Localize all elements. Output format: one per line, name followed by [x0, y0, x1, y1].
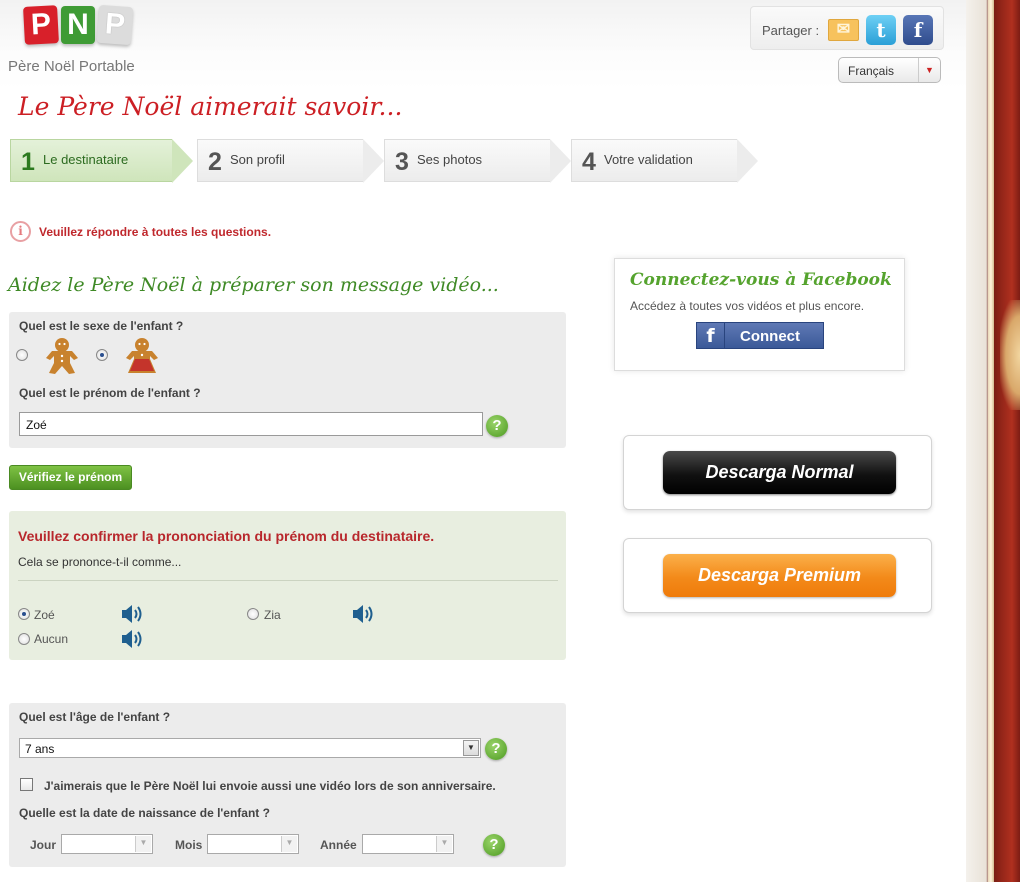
facebook-connect-button[interactable]: f Connect: [696, 322, 824, 349]
age-panel: Quel est l'âge de l'enfant ? 7 ans ▼ ? J…: [9, 703, 566, 867]
facebook-icon: f: [697, 323, 725, 348]
birthday-video-checkbox[interactable]: [20, 778, 33, 791]
year-select[interactable]: ▼: [362, 834, 454, 854]
pnp-logo[interactable]: P N P Père Noël Portable: [8, 4, 168, 80]
facebook-connect-box: Connectez-vous à Facebook Accédez à tout…: [614, 258, 905, 371]
warning-text: Veuillez répondre à toutes les questions…: [39, 225, 272, 239]
month-label: Mois: [175, 838, 203, 852]
chevron-down-icon: ▼: [135, 836, 151, 852]
page-title: Le Père Noël aimerait savoir...: [18, 92, 403, 121]
twitter-icon[interactable]: t: [866, 15, 896, 45]
verify-name-button[interactable]: Vérifiez le prénom: [9, 465, 132, 490]
step-profile[interactable]: 2 Son profil: [197, 139, 384, 183]
logo-tile-p2: P: [96, 4, 134, 46]
pronunciation-subheading: Cela se prononce-t-il comme...: [18, 555, 182, 569]
download-premium-box: Descarga Premium: [623, 538, 932, 613]
dob-help-icon[interactable]: ?: [483, 834, 505, 856]
pronunciation-option-label: Zia: [264, 608, 281, 622]
logo-tagline: Père Noël Portable: [8, 58, 135, 75]
step-label: Son profil: [230, 152, 285, 167]
dob-question: Quelle est la date de naissance de l'enf…: [19, 806, 270, 820]
step-label: Ses photos: [417, 152, 483, 167]
facebook-connect-label: Connect: [740, 328, 800, 345]
step-number: 2: [208, 148, 222, 176]
divider: [18, 580, 558, 581]
pronunciation-option-zoe-radio[interactable]: [18, 608, 30, 620]
step-recipient[interactable]: 1 Le destinataire: [10, 139, 193, 183]
age-select[interactable]: 7 ans ▼: [19, 738, 481, 758]
logo-tile-n: N: [61, 6, 95, 44]
step-number: 1: [21, 148, 35, 176]
decorative-rope: [988, 0, 994, 882]
gender-girl-radio[interactable]: [96, 349, 108, 361]
day-select[interactable]: ▼: [61, 834, 153, 854]
language-selected-value: Français: [848, 64, 895, 78]
share-label: Partager :: [762, 23, 820, 38]
pronunciation-panel: Veuillez confirmer la prononciation du p…: [9, 511, 566, 660]
day-label: Jour: [30, 838, 57, 852]
gender-question: Quel est le sexe de l'enfant ?: [19, 319, 184, 333]
main-content: P N P Père Noël Portable Partager : ✉ t …: [0, 0, 966, 882]
chevron-down-icon: ▼: [463, 740, 479, 756]
step-label: Votre validation: [604, 152, 693, 167]
step-number: 4: [582, 148, 596, 176]
name-question: Quel est le prénom de l'enfant ?: [19, 386, 201, 400]
download-normal-box: Descarga Normal: [623, 435, 932, 510]
decorative-ornament: [1000, 300, 1020, 410]
boy-gingerbread-icon[interactable]: [45, 337, 79, 375]
decorative-background-edge: [966, 0, 1020, 882]
share-box: Partager : ✉ t f: [750, 6, 944, 50]
pronunciation-option-label: Aucun: [34, 632, 69, 646]
child-name-input[interactable]: Zoé: [19, 412, 483, 436]
facebook-icon[interactable]: f: [903, 15, 933, 45]
step-number: 3: [395, 148, 409, 176]
pronunciation-heading: Veuillez confirmer la prononciation du p…: [18, 528, 435, 544]
birthday-video-label: J'aimerais que le Père Noël lui envoie a…: [44, 779, 496, 793]
info-icon: i: [10, 221, 31, 242]
wizard-steps: 1 Le destinataire 2 Son profil 3 Ses pho…: [10, 139, 770, 183]
pronunciation-option-zia-radio[interactable]: [247, 608, 259, 620]
name-help-icon[interactable]: ?: [486, 415, 508, 437]
age-question: Quel est l'âge de l'enfant ?: [19, 710, 171, 724]
pronunciation-option-none-radio[interactable]: [18, 633, 30, 645]
speaker-icon[interactable]: [120, 628, 144, 650]
chevron-down-icon: ▼: [436, 836, 452, 852]
chevron-down-icon: ▼: [281, 836, 297, 852]
facebook-box-title: Connectez-vous à Facebook: [630, 270, 892, 290]
download-premium-button[interactable]: Descarga Premium: [663, 554, 896, 597]
chevron-down-icon: ▼: [918, 58, 940, 82]
section-title: Aidez le Père Noël à préparer son messag…: [8, 274, 499, 296]
age-help-icon[interactable]: ?: [485, 738, 507, 760]
child-name-value: Zoé: [26, 418, 47, 432]
girl-gingerbread-icon[interactable]: [125, 337, 159, 375]
step-photos[interactable]: 3 Ses photos: [384, 139, 571, 183]
download-normal-button[interactable]: Descarga Normal: [663, 451, 896, 494]
mail-icon[interactable]: ✉: [828, 19, 859, 41]
child-identity-panel: Quel est le sexe de l'enfant ? Quel est …: [9, 312, 566, 448]
step-label: Le destinataire: [43, 152, 129, 167]
logo-tile-p: P: [23, 5, 59, 45]
gender-boy-radio[interactable]: [16, 349, 28, 361]
month-select[interactable]: ▼: [207, 834, 299, 854]
facebook-box-description: Accédez à toutes vos vidéos et plus enco…: [630, 299, 865, 313]
step-validation[interactable]: 4 Votre validation: [571, 139, 758, 183]
pronunciation-option-label: Zoé: [34, 608, 55, 622]
year-label: Année: [320, 838, 357, 852]
speaker-icon[interactable]: [351, 603, 375, 625]
age-selected-value: 7 ans: [25, 742, 55, 756]
language-select[interactable]: Français ▼: [838, 57, 941, 83]
speaker-icon[interactable]: [120, 603, 144, 625]
